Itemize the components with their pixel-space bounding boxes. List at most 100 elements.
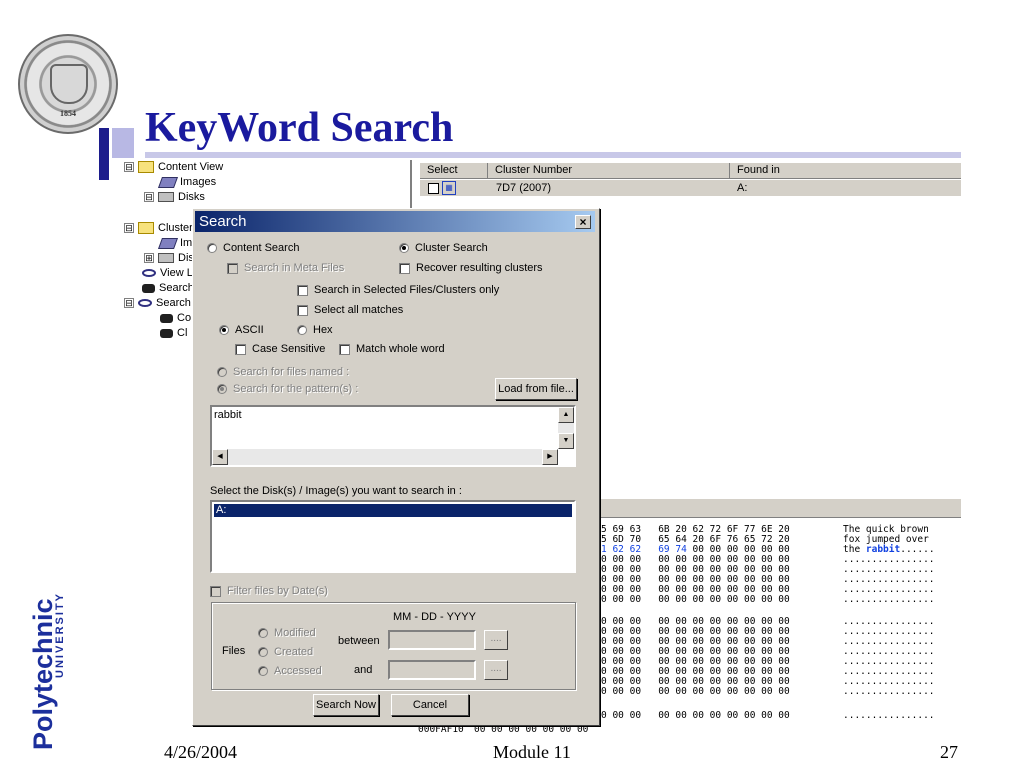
radio-checked-icon[interactable] <box>219 325 229 335</box>
tree-item-cluster[interactable]: ⊟ Cluster <box>124 221 193 235</box>
date-filter-group: MM - DD - YYYY Files Modified Created Ac… <box>211 602 576 690</box>
tree-item-disks[interactable]: ⊟ Disks <box>144 190 205 204</box>
footer-page-number: 27 <box>940 742 958 762</box>
tree-item-images[interactable]: Images <box>157 175 217 189</box>
accessed-radio[interactable]: Accessed <box>258 664 322 678</box>
checkbox-label: Filter files by Date(s) <box>227 585 328 597</box>
start-date-picker-button[interactable]: .... <box>484 630 508 650</box>
radio-icon[interactable] <box>258 628 268 638</box>
checkbox-icon[interactable] <box>297 284 308 296</box>
recover-clusters-checkbox[interactable]: Recover resulting clusters <box>399 261 543 275</box>
tree-item-disks-2[interactable]: ⊞ Dis <box>144 251 194 265</box>
radio-icon[interactable] <box>258 666 268 676</box>
footer-date: 4/26/2004 <box>164 742 238 762</box>
tree-item-label: Cl <box>177 327 188 339</box>
radio-icon[interactable] <box>217 367 227 377</box>
search-files-named-radio[interactable]: Search for files named : <box>217 365 349 379</box>
footer-module: Module 11 <box>493 742 571 762</box>
checkbox-icon[interactable] <box>297 304 308 316</box>
checkbox-label: Case Sensitive <box>252 343 326 355</box>
collapse-box-icon[interactable]: ⊟ <box>124 162 134 172</box>
checkbox-icon[interactable] <box>339 343 350 355</box>
radio-label: Modified <box>274 627 316 639</box>
pane-splitter[interactable] <box>596 498 961 518</box>
column-header-cluster-number[interactable]: Cluster Number <box>488 163 730 178</box>
collapse-box-icon[interactable]: ⊟ <box>124 298 134 308</box>
search-selected-only-checkbox[interactable]: Search in Selected Files/Clusters only <box>297 283 499 297</box>
column-header-found-in[interactable]: Found in <box>730 163 961 178</box>
modified-radio[interactable]: Modified <box>258 626 316 640</box>
tree-item-search[interactable]: Search <box>142 281 194 295</box>
results-grid-header: Select Cluster Number Found in <box>420 163 961 179</box>
radio-label: Content Search <box>223 242 300 254</box>
horizontal-scrollbar[interactable]: ◀ ▶ <box>212 449 558 465</box>
vertical-scrollbar[interactable]: ▲ ▼ <box>558 407 574 449</box>
dialog-titlebar[interactable]: Search × <box>195 211 595 232</box>
scroll-right-icon[interactable]: ▶ <box>542 449 558 465</box>
content-search-radio[interactable]: Content Search <box>207 241 299 255</box>
date-format-label: MM - DD - YYYY <box>393 611 476 623</box>
tree-item-search-results[interactable]: ⊟ Search <box>124 296 191 310</box>
scroll-down-icon[interactable]: ▼ <box>558 433 574 449</box>
match-whole-word-checkbox[interactable]: Match whole word <box>339 342 445 356</box>
cancel-button[interactable]: Cancel <box>391 694 469 716</box>
radio-icon[interactable] <box>297 325 307 335</box>
list-item-selected[interactable]: A: <box>214 504 572 517</box>
ascii-radio[interactable]: ASCII <box>219 323 264 337</box>
row-select-checkbox[interactable] <box>428 183 439 194</box>
eye-icon <box>142 269 156 277</box>
checkbox-icon[interactable] <box>227 262 238 274</box>
created-radio[interactable]: Created <box>258 645 313 659</box>
collapse-box-icon[interactable]: ⊟ <box>124 223 134 233</box>
tree-item-label: Content View <box>158 161 224 173</box>
end-date-picker-button[interactable]: .... <box>484 660 508 680</box>
collapse-box-icon[interactable]: ⊟ <box>144 192 154 202</box>
eye-icon <box>138 299 152 307</box>
close-icon[interactable]: × <box>575 215 591 229</box>
disk-select-prompt: Select the Disk(s) / Image(s) you want t… <box>210 485 462 497</box>
and-label: and <box>354 664 373 676</box>
end-date-field[interactable] <box>388 660 476 680</box>
filter-by-date-checkbox[interactable]: Filter files by Date(s) <box>210 584 328 598</box>
radio-checked-icon[interactable] <box>217 384 227 394</box>
tree-item-label: Cluster <box>158 222 193 234</box>
radio-icon[interactable] <box>258 647 268 657</box>
binoculars-icon <box>160 328 173 338</box>
column-header-select[interactable]: Select <box>420 163 488 178</box>
tree-item-content-view[interactable]: ⊟ Content View <box>124 160 223 174</box>
search-meta-files-checkbox[interactable]: Search in Meta Files <box>227 261 344 275</box>
seal-year: 1854 <box>60 109 76 118</box>
search-now-button[interactable]: Search Now <box>313 694 379 716</box>
pattern-textarea[interactable]: rabbit ▲ ▼ ◀ ▶ <box>210 405 576 467</box>
search-pattern-radio[interactable]: Search for the pattern(s) : <box>217 382 358 396</box>
cluster-search-radio[interactable]: Cluster Search <box>399 241 488 255</box>
scroll-up-icon[interactable]: ▲ <box>558 407 574 423</box>
tree-item-cluster-search[interactable]: Cl <box>160 326 187 340</box>
checkbox-icon[interactable] <box>210 585 221 597</box>
select-all-matches-checkbox[interactable]: Select all matches <box>297 303 403 317</box>
tree-item-label: Images <box>180 176 217 188</box>
hex-radio[interactable]: Hex <box>297 323 333 337</box>
scroll-left-icon[interactable]: ◀ <box>212 449 228 465</box>
tree-item-content-search[interactable]: Co <box>160 311 191 325</box>
case-sensitive-checkbox[interactable]: Case Sensitive <box>235 342 325 356</box>
tree-item-images-2[interactable]: Im <box>157 236 193 250</box>
start-date-field[interactable] <box>388 630 476 650</box>
checkbox-label: Search in Meta Files <box>244 262 345 274</box>
binoculars-icon <box>160 313 173 323</box>
checkbox-label: Match whole word <box>356 343 445 355</box>
checkbox-icon[interactable] <box>399 262 410 274</box>
checkbox-icon[interactable] <box>235 343 246 355</box>
tree-item-label: Im <box>180 237 193 249</box>
load-from-file-button[interactable]: Load from file... <box>495 378 577 400</box>
radio-checked-icon[interactable] <box>399 243 409 253</box>
disk-listbox[interactable]: A: <box>210 500 576 573</box>
title-accent-block <box>112 128 134 158</box>
tree-item-label: Search <box>156 297 191 309</box>
cluster-icon: ▦ <box>442 181 456 195</box>
tree-item-view-log[interactable]: View L <box>142 266 193 280</box>
radio-icon[interactable] <box>207 243 217 253</box>
table-row[interactable]: ▦ 7D7 (2007) A: <box>420 180 961 196</box>
tree-item-label: Search <box>159 282 194 294</box>
expand-box-icon[interactable]: ⊞ <box>144 253 154 263</box>
